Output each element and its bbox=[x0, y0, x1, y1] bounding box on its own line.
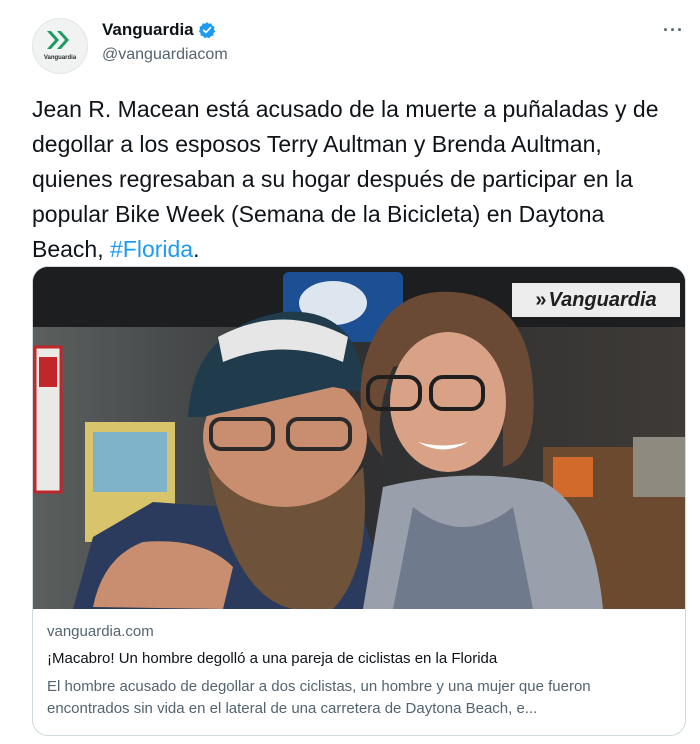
vanguardia-logo-icon bbox=[47, 31, 69, 49]
user-handle[interactable]: @vanguardiacom bbox=[102, 46, 228, 64]
watermark-text: Vanguardia bbox=[548, 288, 657, 311]
link-preview-card[interactable]: » Vanguardia vanguardia.com ¡Macabro! Un … bbox=[32, 266, 686, 736]
card-title[interactable]: ¡Macabro! Un hombre degolló a una pareja… bbox=[47, 650, 673, 667]
card-domain: vanguardia.com bbox=[47, 623, 154, 640]
hashtag-link[interactable]: #Florida bbox=[110, 236, 193, 262]
card-description: El hombre acusado de degollar a dos cicl… bbox=[47, 678, 591, 717]
vanguardia-watermark: » Vanguardia bbox=[512, 283, 680, 317]
card-image[interactable]: » Vanguardia bbox=[33, 267, 685, 609]
tweet: Vanguardia Vanguardia @vanguardiacom ···… bbox=[0, 0, 700, 744]
avatar-logo-text: Vanguardia bbox=[43, 55, 77, 61]
author-name-row: Vanguardia bbox=[102, 20, 216, 40]
tweet-text-end: . bbox=[193, 236, 200, 262]
tweet-text: Jean R. Macean está acusado de la muerte… bbox=[32, 92, 682, 267]
watermark-chevron-icon: » bbox=[535, 288, 547, 311]
display-name[interactable]: Vanguardia bbox=[102, 20, 194, 40]
avatar[interactable]: Vanguardia bbox=[32, 18, 88, 74]
verified-badge-icon bbox=[198, 22, 215, 39]
more-options-icon[interactable]: ··· bbox=[663, 20, 684, 41]
card-photo bbox=[33, 267, 685, 609]
card-meta: vanguardia.com ¡Macabro! Un hombre degol… bbox=[47, 623, 673, 720]
